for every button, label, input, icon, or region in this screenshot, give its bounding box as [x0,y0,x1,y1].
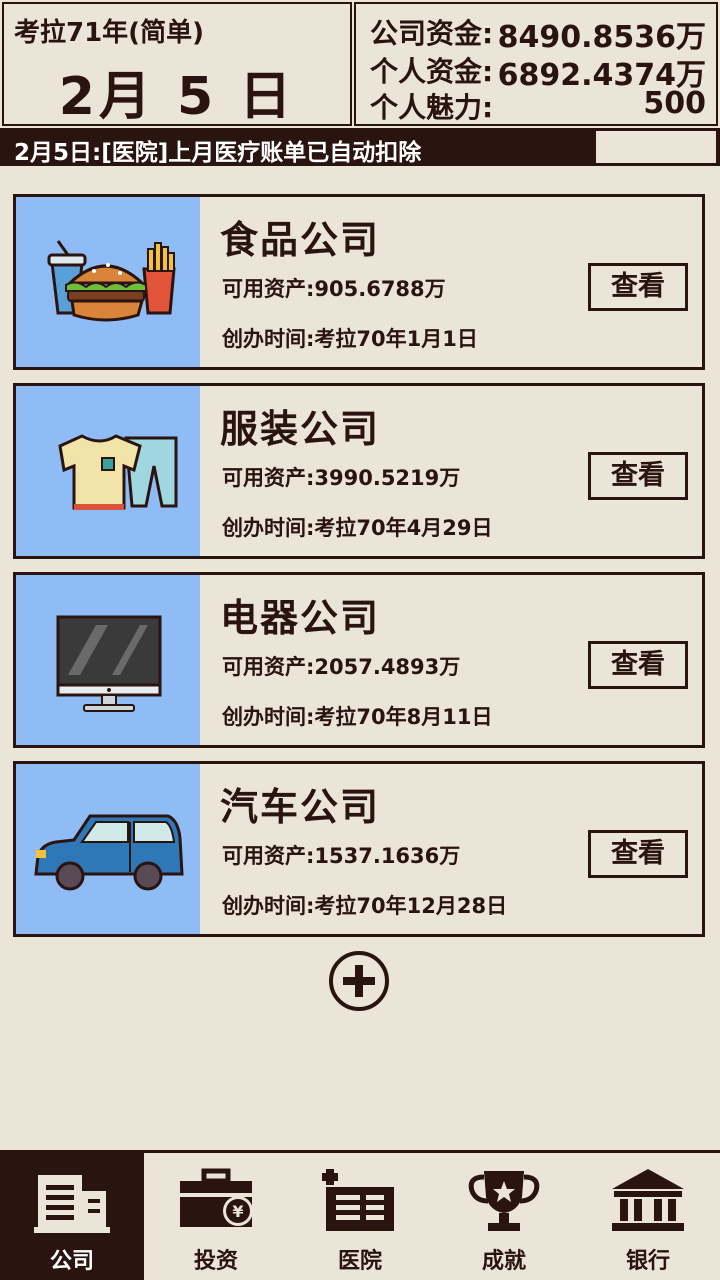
company-assets: 可用资产:905.6788万 [222,277,446,301]
company-image-electronics [16,575,200,745]
ticker-blank-area [596,131,716,163]
nav-label: 投资 [193,1249,238,1274]
view-button-electronics[interactable]: 查看 [588,641,688,689]
charisma-label: 个人魅力: [370,91,494,124]
view-button-clothing[interactable]: 查看 [588,452,688,500]
company-card-clothing: 服装公司 可用资产:3990.5219万 创办时间:考拉70年4月29日 查看 [13,383,705,559]
current-date: 2月 5 日 [58,67,296,127]
company-image-car [16,764,200,934]
trophy-icon [468,1171,540,1231]
date-panel: 考拉71年(简单) 2月 5 日 [2,2,352,127]
company-assets: 可用资产:3990.5219万 [222,466,461,490]
company-founded-date: 创办时间:考拉70年12月28日 [222,894,508,918]
svg-text:¥: ¥ [232,1202,243,1221]
company-assets: 可用资产:1537.1636万 [222,844,461,868]
company-card-car: 汽车公司 可用资产:1537.1636万 创办时间:考拉70年12月28日 查看 [13,761,705,937]
company-card-electronics: 电器公司 可用资产:2057.4893万 创办时间:考拉70年8月11日 查看 [13,572,705,748]
nav-label: 银行 [625,1249,670,1274]
nav-tab-hospital[interactable]: 医院 [288,1153,432,1280]
company-card-food: 食品公司 可用资产:905.6788万 创办时间:考拉70年1月1日 查看 [13,194,705,370]
building-icon [34,1175,110,1233]
company-funds-row: 公司资金: 8490.8536万 [370,12,706,55]
nav-tab-invest[interactable]: ¥ 投资 [144,1153,288,1280]
company-name: 服装公司 [220,407,381,451]
hospital-icon [322,1169,394,1231]
personal-funds-row: 个人资金: 6892.4374万 [370,50,706,93]
year-label: 考拉71年(简单) [14,18,204,48]
company-name: 食品公司 [220,218,381,262]
nav-label: 成就 [481,1249,526,1274]
monitor-icon [56,615,162,712]
charisma-row: 个人魅力: 500 [370,86,706,124]
company-image-food [16,197,200,367]
nav-tab-company[interactable]: 公司 [0,1153,144,1280]
nav-tab-achievements[interactable]: 成就 [432,1153,576,1280]
nav-label: 医院 [337,1249,382,1274]
view-button-food[interactable]: 查看 [588,263,688,311]
company-name: 汽车公司 [220,785,381,829]
company-funds-label: 公司资金: [370,17,494,50]
add-company-button[interactable] [328,950,390,1012]
stats-panel: 公司资金: 8490.8536万 个人资金: 6892.4374万 个人魅力: … [354,2,718,126]
company-founded-date: 创办时间:考拉70年8月11日 [222,705,493,729]
company-assets: 可用资产:2057.4893万 [222,655,461,679]
bottom-nav: 公司 ¥ 投资 医院 成就 银行 [0,1150,720,1280]
nav-tab-bank[interactable]: 银行 [576,1153,720,1280]
company-founded-date: 创办时间:考拉70年4月29日 [222,516,493,540]
ticker-message: 2月5日:[医院]上月医疗账单已自动扣除 [14,140,422,166]
company-image-clothing [16,386,200,556]
burger-fries-icon [47,240,176,322]
charisma-value: 500 [643,86,706,121]
bank-icon [612,1169,684,1231]
company-founded-date: 创办时间:考拉70年1月1日 [222,327,478,351]
header: 考拉71年(简单) 2月 5 日 公司资金: 8490.8536万 个人资金: … [0,0,720,128]
nav-label: 公司 [49,1249,94,1274]
clothes-icon [58,434,178,510]
briefcase-yen-icon: ¥ [180,1168,253,1227]
car-icon [34,814,184,891]
view-button-car[interactable]: 查看 [588,830,688,878]
news-ticker: 2月5日:[医院]上月医疗账单已自动扣除 [0,128,720,166]
personal-funds-label: 个人资金: [370,55,494,88]
company-name: 电器公司 [220,596,381,640]
